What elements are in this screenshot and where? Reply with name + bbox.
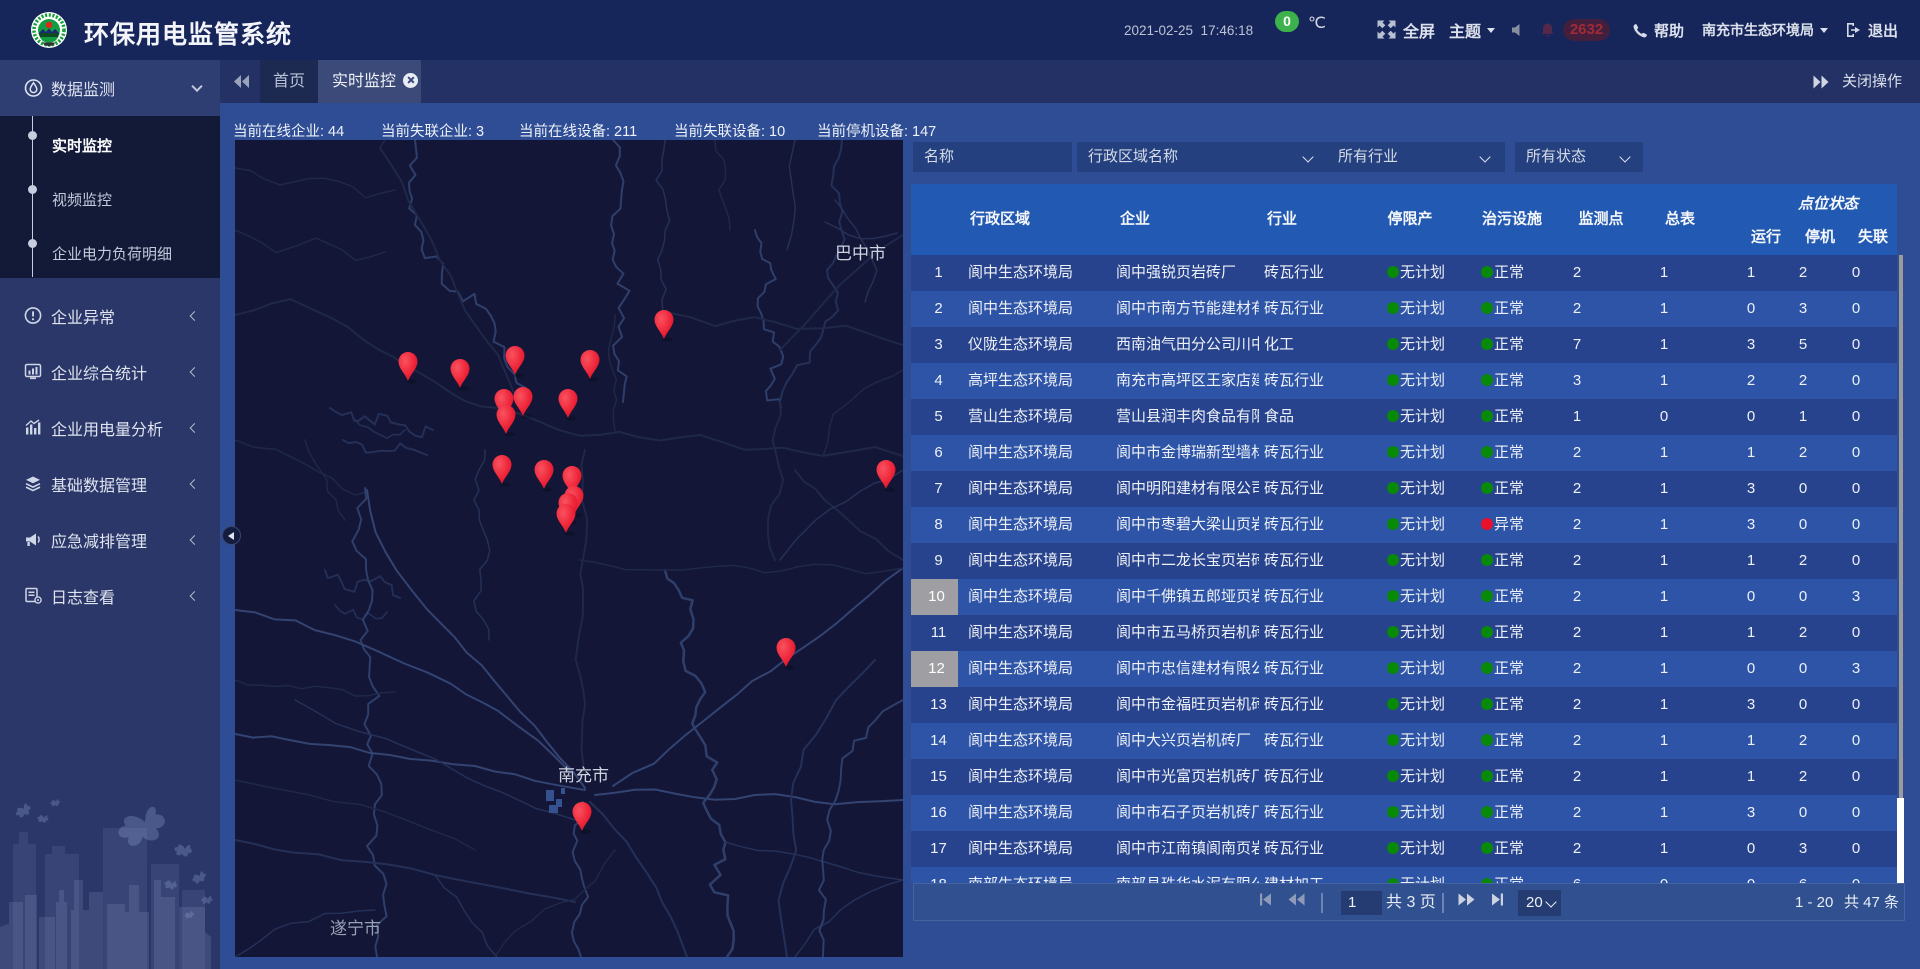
- svg-text:遂宁市: 遂宁市: [330, 919, 381, 938]
